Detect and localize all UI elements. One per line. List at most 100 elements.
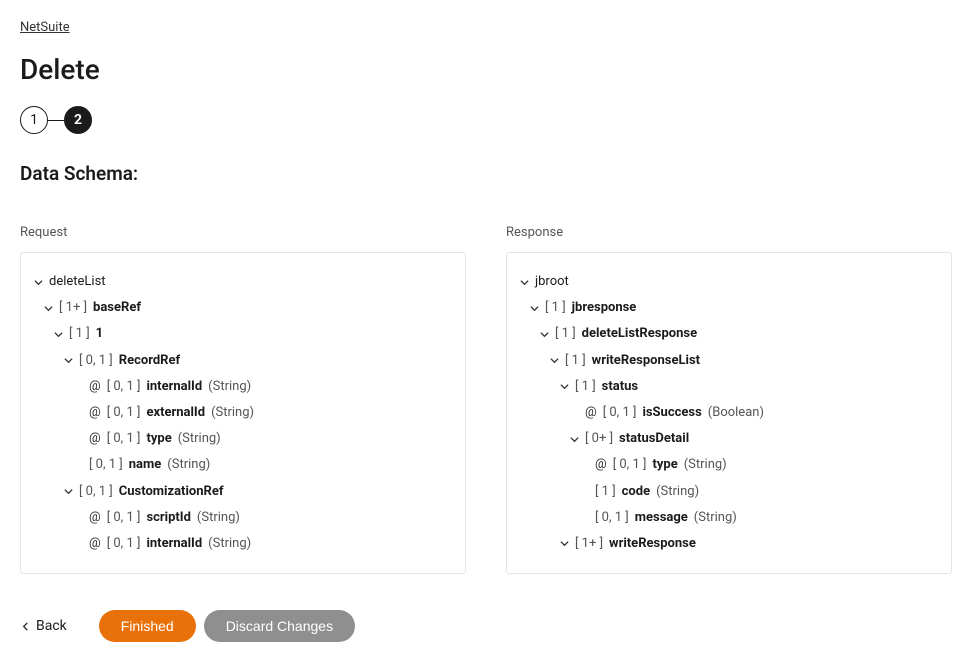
back-label: Back bbox=[36, 618, 67, 634]
step-1[interactable]: 1 bbox=[20, 106, 48, 134]
node-label: internalId bbox=[146, 378, 202, 396]
cardinality: [ 1 ] bbox=[595, 483, 616, 501]
request-schema-box: deleteList [ 1+ ] baseRef [ 1 ] 1 bbox=[20, 252, 466, 574]
node-writeresponse[interactable]: [ 1+ ] writeResponse bbox=[559, 531, 935, 557]
footer-actions: Back Finished Discard Changes bbox=[20, 610, 952, 642]
attr-indicator: @ bbox=[89, 404, 101, 422]
response-label: Response bbox=[506, 225, 952, 240]
node-type: (String) bbox=[178, 430, 221, 448]
attr-indicator: @ bbox=[89, 535, 101, 553]
node-type: (String) bbox=[684, 456, 727, 474]
cardinality: [ 1+ ] bbox=[59, 299, 87, 317]
node-name[interactable]: [ 0, 1 ] name (String) bbox=[73, 452, 449, 478]
chevron-down-icon bbox=[53, 329, 63, 339]
chevron-left-icon bbox=[20, 621, 30, 631]
node-label: CustomizationRef bbox=[119, 483, 224, 501]
node-type: (String) bbox=[167, 456, 210, 474]
cardinality: [ 0, 1 ] bbox=[107, 509, 141, 527]
node-jbresponse[interactable]: [ 1 ] jbresponse bbox=[529, 295, 935, 321]
node-one[interactable]: [ 1 ] 1 bbox=[53, 321, 449, 347]
node-label: writeResponse bbox=[609, 535, 696, 553]
chevron-down-icon bbox=[33, 277, 43, 287]
attr-indicator: @ bbox=[89, 430, 101, 448]
response-column: Response jbroot [ 1 ] jbresponse bbox=[506, 225, 952, 574]
attr-indicator: @ bbox=[585, 404, 597, 422]
node-status[interactable]: [ 1 ] status bbox=[559, 374, 935, 400]
node-label: type bbox=[652, 456, 677, 474]
node-statusdetail[interactable]: [ 0+ ] statusDetail bbox=[569, 426, 935, 452]
cardinality: [ 0, 1 ] bbox=[603, 404, 637, 422]
node-deletelist[interactable]: deleteList bbox=[33, 269, 449, 295]
chevron-down-icon bbox=[549, 356, 559, 366]
chevron-down-icon bbox=[519, 277, 529, 287]
response-schema-box: jbroot [ 1 ] jbresponse [ 1 ] deleteList… bbox=[506, 252, 952, 574]
chevron-down-icon bbox=[63, 356, 73, 366]
node-customizationref[interactable]: [ 0, 1 ] CustomizationRef bbox=[63, 479, 449, 505]
cardinality: [ 0+ ] bbox=[585, 430, 613, 448]
node-label: RecordRef bbox=[119, 352, 180, 370]
node-recordref[interactable]: [ 0, 1 ] RecordRef bbox=[63, 348, 449, 374]
cardinality: [ 0, 1 ] bbox=[595, 509, 629, 527]
stepper: 1 2 bbox=[20, 106, 952, 134]
back-button[interactable]: Back bbox=[20, 618, 67, 634]
node-label: type bbox=[146, 430, 171, 448]
node-externalid[interactable]: @ [ 0, 1 ] externalId (String) bbox=[73, 400, 449, 426]
node-label: externalId bbox=[146, 404, 205, 422]
chevron-down-icon bbox=[529, 303, 539, 313]
cardinality: [ 0, 1 ] bbox=[79, 483, 113, 501]
node-label: message bbox=[635, 509, 688, 527]
node-writeresponselist[interactable]: [ 1 ] writeResponseList bbox=[549, 348, 935, 374]
cardinality: [ 1 ] bbox=[565, 352, 586, 370]
node-jbroot[interactable]: jbroot bbox=[519, 269, 935, 295]
node-label: 1 bbox=[96, 325, 103, 343]
node-type: (String) bbox=[208, 378, 251, 396]
node-label: scriptId bbox=[146, 509, 190, 527]
node-type: (String) bbox=[694, 509, 737, 527]
cardinality: [ 1 ] bbox=[545, 299, 566, 317]
node-scriptid[interactable]: @ [ 0, 1 ] scriptId (String) bbox=[73, 505, 449, 531]
node-label: statusDetail bbox=[619, 430, 689, 448]
node-label: code bbox=[622, 483, 650, 501]
section-title: Data Schema: bbox=[20, 162, 952, 185]
node-label: isSuccess bbox=[642, 404, 701, 422]
discard-button[interactable]: Discard Changes bbox=[204, 610, 355, 642]
node-internalid[interactable]: @ [ 0, 1 ] internalId (String) bbox=[73, 374, 449, 400]
node-label: deleteList bbox=[49, 273, 106, 291]
node-label: deleteListResponse bbox=[582, 325, 697, 343]
step-connector bbox=[48, 120, 64, 121]
step-2[interactable]: 2 bbox=[64, 106, 92, 134]
node-label: baseRef bbox=[93, 299, 141, 317]
node-sd-message[interactable]: [ 0, 1 ] message (String) bbox=[579, 505, 935, 531]
node-label: jbresponse bbox=[572, 299, 637, 317]
cardinality: [ 1 ] bbox=[575, 378, 596, 396]
cardinality: [ 1+ ] bbox=[575, 535, 603, 553]
chevron-down-icon bbox=[63, 487, 73, 497]
node-type: (String) bbox=[211, 404, 254, 422]
node-sd-type[interactable]: @ [ 0, 1 ] type (String) bbox=[579, 452, 935, 478]
finished-button[interactable]: Finished bbox=[99, 610, 196, 642]
breadcrumb: NetSuite bbox=[20, 20, 952, 35]
breadcrumb-link[interactable]: NetSuite bbox=[20, 20, 70, 35]
node-deletelistresponse[interactable]: [ 1 ] deleteListResponse bbox=[539, 321, 935, 347]
node-label: internalId bbox=[146, 535, 202, 553]
node-type: (String) bbox=[208, 535, 251, 553]
cardinality: [ 1 ] bbox=[69, 325, 90, 343]
node-internalid-2[interactable]: @ [ 0, 1 ] internalId (String) bbox=[73, 531, 449, 557]
chevron-down-icon bbox=[559, 382, 569, 392]
node-baseref[interactable]: [ 1+ ] baseRef bbox=[43, 295, 449, 321]
cardinality: [ 0, 1 ] bbox=[107, 378, 141, 396]
node-type: (Boolean) bbox=[708, 404, 764, 422]
chevron-down-icon bbox=[43, 303, 53, 313]
chevron-down-icon bbox=[539, 329, 549, 339]
node-issuccess[interactable]: @ [ 0, 1 ] isSuccess (Boolean) bbox=[569, 400, 935, 426]
node-sd-code[interactable]: [ 1 ] code (String) bbox=[579, 479, 935, 505]
cardinality: [ 0, 1 ] bbox=[89, 456, 123, 474]
chevron-down-icon bbox=[559, 539, 569, 549]
node-label: writeResponseList bbox=[592, 352, 700, 370]
node-label: name bbox=[129, 456, 162, 474]
node-type[interactable]: @ [ 0, 1 ] type (String) bbox=[73, 426, 449, 452]
cardinality: [ 0, 1 ] bbox=[79, 352, 113, 370]
cardinality: [ 0, 1 ] bbox=[107, 535, 141, 553]
cardinality: [ 0, 1 ] bbox=[613, 456, 647, 474]
cardinality: [ 0, 1 ] bbox=[107, 430, 141, 448]
